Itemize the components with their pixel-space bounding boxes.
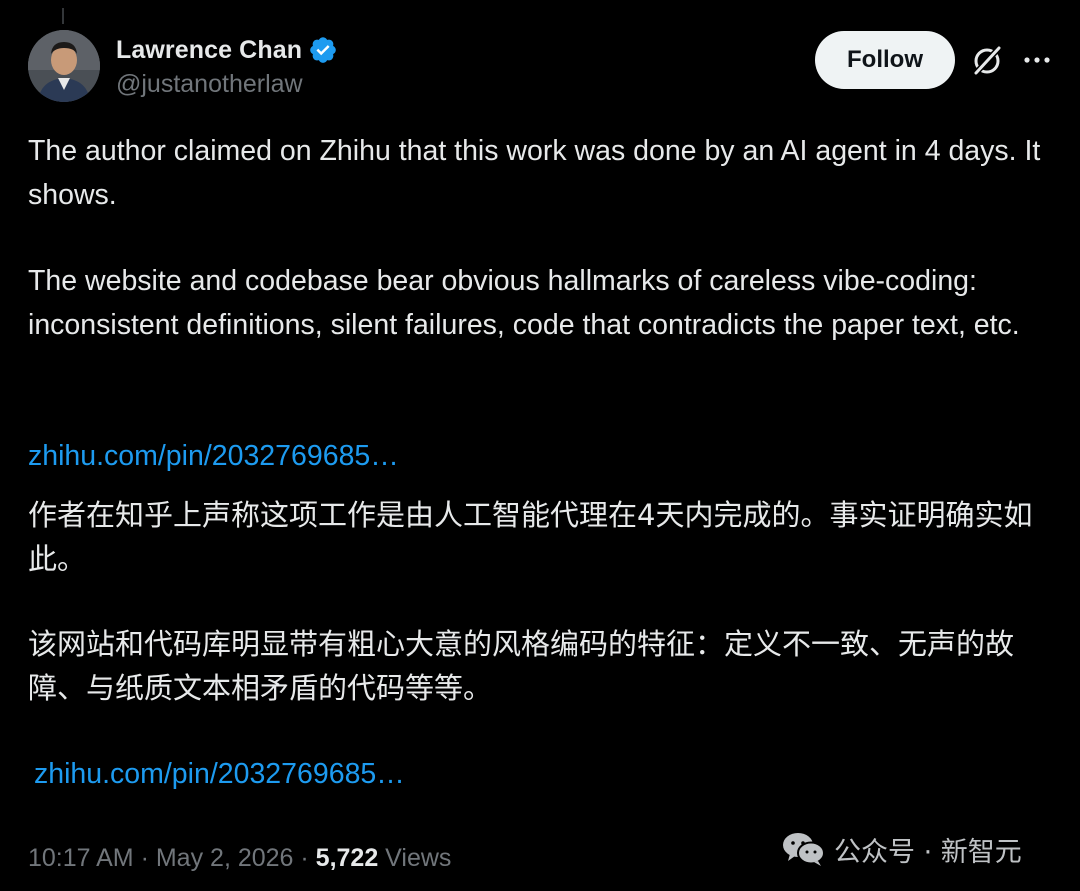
more-icon[interactable] xyxy=(1022,47,1052,73)
handle[interactable]: @justanotherlaw xyxy=(116,70,338,99)
tweet-paragraph-2: The website and codebase bear obvious ha… xyxy=(28,265,1020,341)
translation-paragraph-2: 该网站和代码库明显带有粗心大意的风格编码的特征：定义不一致、无声的故障、与纸质文… xyxy=(28,627,1015,705)
grok-icon[interactable] xyxy=(970,44,1004,78)
wechat-icon xyxy=(783,833,825,866)
author-info: Lawrence Chan @justanotherlaw xyxy=(116,32,338,99)
name-row: Lawrence Chan xyxy=(116,32,338,68)
display-name[interactable]: Lawrence Chan xyxy=(116,36,302,65)
meta-separator: · xyxy=(133,844,156,872)
follow-button[interactable]: Follow xyxy=(815,31,955,89)
tweet-header: Lawrence Chan @justanotherlaw Follow xyxy=(28,30,1058,106)
avatar-image xyxy=(28,30,100,102)
watermark: 公众号 · 新智元 xyxy=(782,829,1022,869)
tweet-meta: 10:17 AM · May 2, 2026 · 5,722 Views xyxy=(28,838,451,878)
meta-separator: · xyxy=(293,844,316,872)
avatar[interactable] xyxy=(28,30,100,102)
watermark-text: 公众号 · 新智元 xyxy=(834,836,1022,868)
verified-badge-icon xyxy=(310,37,336,63)
tweet-time[interactable]: 10:17 AM xyxy=(28,844,134,872)
views-label: Views xyxy=(378,844,452,872)
thread-connector-line xyxy=(62,8,64,24)
tweet-paragraph-1: The author claimed on Zhihu that this wo… xyxy=(28,135,1041,211)
translation-paragraph-1: 作者在知乎上声称这项工作是由人工智能代理在4天内完成的。事实证明确实如此。 xyxy=(28,498,1033,576)
views-count: 5,722 xyxy=(315,844,379,872)
zhihu-link-1[interactable]: zhihu.com/pin/2032769685… xyxy=(28,434,399,478)
tweet-date[interactable]: May 2, 2026 xyxy=(156,844,294,872)
zhihu-link-2[interactable]: zhihu.com/pin/2032769685… xyxy=(34,752,405,796)
